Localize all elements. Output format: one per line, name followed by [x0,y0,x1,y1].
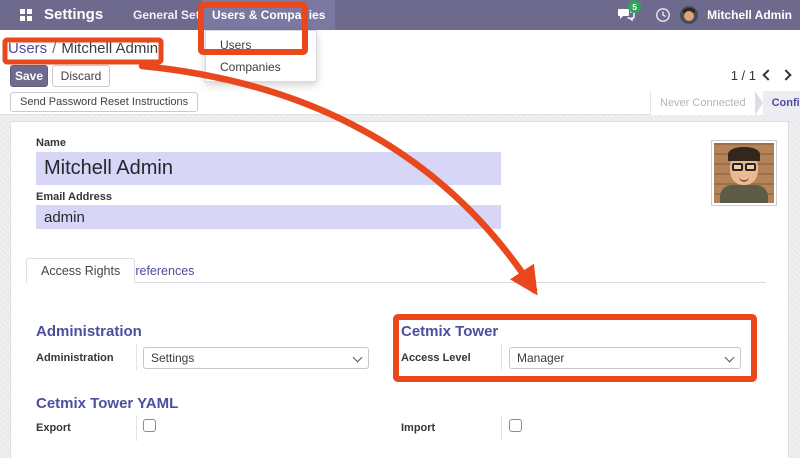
email-field[interactable] [36,205,501,229]
app-title[interactable]: Settings [44,6,103,23]
access-level-select-value: Manager [517,351,564,365]
pager-previous-button[interactable] [758,66,776,84]
field-separator [501,415,502,441]
administration-select-value: Settings [151,351,194,365]
breadcrumb-users-link[interactable]: Users [8,40,47,57]
tab-access-rights[interactable]: Access Rights [26,258,135,283]
top-navbar: Settings General Settings Users & Compan… [0,0,800,30]
import-checkbox[interactable] [509,419,522,432]
status-bar: Never Connected Confirmed [650,91,800,115]
settings-window: Settings General Settings Users & Compan… [0,0,800,458]
import-label: Import [401,422,435,434]
export-checkbox[interactable] [143,419,156,432]
name-label: Name [36,137,66,149]
administration-field-label: Administration [36,352,114,364]
profile-photo[interactable] [711,140,777,206]
breadcrumb: Users/Mitchell Admin [8,40,158,57]
user-avatar[interactable] [680,6,698,24]
status-arrow-separator [755,91,763,115]
glasses-icon [732,163,756,171]
administration-select[interactable]: Settings [143,347,369,369]
status-stage-confirmed[interactable]: Confirmed [763,91,800,115]
users-companies-dropdown: Users Companies [205,30,317,82]
section-title-administration: Administration [36,323,142,340]
form-sheet: Name Email Address Access Rights Prefere… [10,121,789,458]
activities-clock-icon[interactable] [655,7,671,23]
message-count-badge: 5 [628,0,641,13]
field-separator [136,415,137,441]
pager-next-button[interactable] [780,66,798,84]
name-field[interactable] [36,152,501,185]
export-label: Export [36,422,71,434]
chevron-right-icon [780,69,791,80]
apps-menu-icon[interactable] [20,9,32,21]
breadcrumb-separator: / [47,40,61,57]
dropdown-item-users[interactable]: Users [206,34,316,56]
avatar-photo [714,143,774,203]
email-label: Email Address [36,191,112,203]
chevron-down-icon [725,353,735,363]
send-password-reset-button[interactable]: Send Password Reset Instructions [10,92,198,112]
save-button[interactable]: Save [10,65,48,87]
pager-value: 1 / 1 [731,68,756,83]
chevron-left-icon [762,69,773,80]
messages-button[interactable]: 5 [618,5,646,25]
status-stage-never-connected[interactable]: Never Connected [651,91,755,115]
section-title-cetmix-tower-yaml: Cetmix Tower YAML [36,395,178,412]
menu-users-companies[interactable]: Users & Companies [202,0,335,30]
breadcrumb-current: Mitchell Admin [61,40,158,57]
access-level-select[interactable]: Manager [509,347,741,369]
access-level-label: Access Level [401,352,471,364]
field-separator [501,344,502,370]
dropdown-item-companies[interactable]: Companies [206,56,316,78]
control-panel: Users/Mitchell Admin Save Discard Send P… [0,30,800,115]
user-menu[interactable]: Mitchell Admin [707,8,792,22]
section-title-cetmix-tower: Cetmix Tower [401,323,498,340]
chevron-down-icon [353,353,363,363]
discard-button[interactable]: Discard [52,65,110,87]
field-separator [136,344,137,370]
